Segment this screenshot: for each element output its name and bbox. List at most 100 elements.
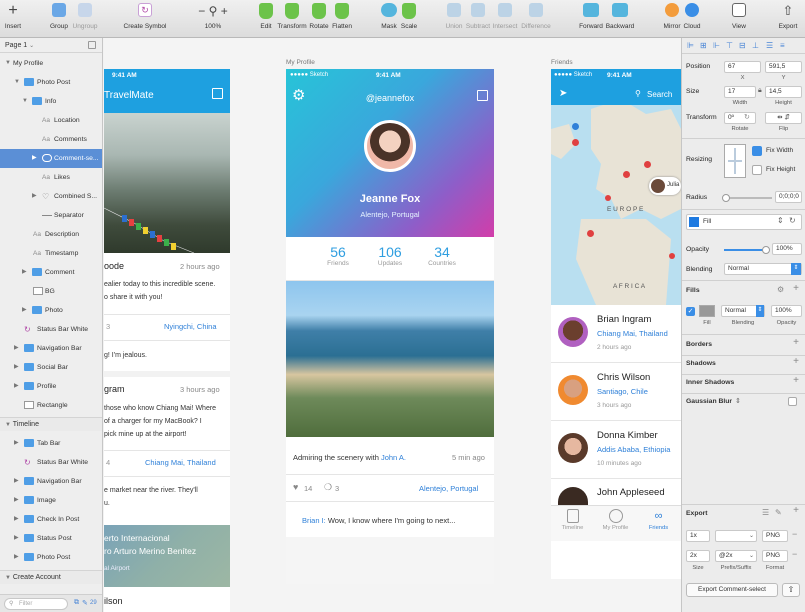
subtract-button[interactable]: Subtract <box>465 3 491 30</box>
flatten-button[interactable]: Flatten <box>331 3 353 30</box>
layer-item[interactable]: Aa Comments <box>0 130 102 149</box>
distribute-vertical-icon[interactable]: ≡ <box>780 41 785 50</box>
artboard-label[interactable]: My Profile <box>286 59 315 66</box>
fix-height-checkbox[interactable] <box>752 165 762 175</box>
layer-item[interactable]: ▶ Tab Bar <box>0 434 102 453</box>
avatar[interactable] <box>364 120 416 172</box>
layer-item[interactable]: Rectangle <box>0 396 102 415</box>
post-location[interactable]: Chiang Mai, Thailand <box>145 458 216 467</box>
disclosure-open-icon[interactable]: ▼ <box>22 92 28 111</box>
group-button[interactable]: Group <box>48 3 70 30</box>
map-pin[interactable] <box>623 171 630 178</box>
stat-updates[interactable]: 106 Updates <box>368 244 412 267</box>
disclosure-closed-icon[interactable]: ▶ <box>14 510 19 529</box>
layer-artboard-my-profile[interactable]: ▼ My Profile <box>0 54 102 73</box>
artboard-friends[interactable]: ●●●●● Sketch 9:41 AM ➤ ⚲ Search E U R O … <box>551 69 681 579</box>
comment-icon[interactable]: ❍ <box>324 482 332 493</box>
remove-export-icon[interactable]: − <box>792 549 797 559</box>
fill-blend-select[interactable]: Normal ⇕ <box>721 305 765 317</box>
location-arrow-icon[interactable]: ➤ <box>559 88 567 99</box>
y-field[interactable]: 591,5 <box>765 61 802 73</box>
map-pin[interactable] <box>587 230 594 237</box>
slider-knob[interactable] <box>722 194 730 202</box>
page-selector[interactable]: Page 1 ⌄ <box>0 38 102 53</box>
disclosure-open-icon[interactable]: ▼ <box>5 422 11 428</box>
slider-knob[interactable] <box>762 246 770 254</box>
pages-icon[interactable]: ⧉ <box>74 599 79 607</box>
compose-icon[interactable] <box>212 88 223 99</box>
lock-icon[interactable]: 🔒︎ <box>758 87 762 95</box>
layer-item[interactable]: Aa Location <box>0 111 102 130</box>
width-field[interactable]: 17 <box>724 86 756 98</box>
layer-item[interactable]: ▶ Profile <box>0 377 102 396</box>
remove-export-icon[interactable]: − <box>792 529 797 539</box>
disclosure-closed-icon[interactable]: ▶ <box>14 434 19 453</box>
align-center-icon[interactable]: ⊞ <box>700 41 707 50</box>
layer-artboard-timeline[interactable]: ▼ Timeline <box>0 417 102 431</box>
layer-item[interactable]: ▼ Photo Post <box>0 73 102 92</box>
mask-button[interactable]: Mask <box>380 3 398 30</box>
friend-location[interactable]: Addis Ababa, Ethiopia <box>597 445 670 454</box>
resize-pin-horizontal[interactable] <box>728 160 742 162</box>
share-icon[interactable]: ⇧ <box>782 583 800 597</box>
sync-icon[interactable]: ↻ <box>789 216 796 225</box>
union-button[interactable]: Union <box>444 3 464 30</box>
align-bottom-icon[interactable]: ⊥ <box>752 41 759 50</box>
export-suffix-field[interactable]: ⌄ <box>715 530 757 542</box>
layer-item[interactable]: Aa Description <box>0 225 102 244</box>
layer-item[interactable]: ▶ Check In Post <box>0 510 102 529</box>
align-top-icon[interactable]: ⊤ <box>726 41 733 50</box>
create-symbol-button[interactable]: ↻ Create Symbol <box>123 3 167 30</box>
blending-select[interactable]: Normal ⇕ <box>724 263 802 275</box>
disclosure-closed-icon[interactable]: ▶ <box>14 377 19 396</box>
layer-item[interactable]: ▶ Status Post <box>0 529 102 548</box>
export-size-field[interactable]: 2x <box>686 550 710 562</box>
layer-artboard-create-account[interactable]: ▼ Create Account <box>0 570 102 584</box>
disclosure-closed-icon[interactable]: ▶ <box>14 472 19 491</box>
layer-item[interactable]: ↻ Status Bar White <box>0 453 102 472</box>
cloud-button[interactable]: Cloud <box>683 3 701 30</box>
disclosure-closed-icon[interactable]: ▶ <box>14 548 19 567</box>
filter-input[interactable]: ⚲ Filter <box>4 598 68 610</box>
search-label[interactable]: Search <box>647 90 672 99</box>
shared-style-picker[interactable]: Fill ⇕ ↻ <box>686 214 802 230</box>
add-shadow-icon[interactable]: + <box>793 356 799 367</box>
disclosure-closed-icon[interactable]: ▶ <box>22 301 27 320</box>
friend-row[interactable]: Donna Kimber Addis Ababa, Ethiopia 10 mi… <box>551 421 681 479</box>
edit-button[interactable]: Edit <box>259 3 273 30</box>
export-suffix-field[interactable]: @2x ⌄ <box>715 550 757 562</box>
map-pin[interactable] <box>644 161 651 168</box>
map-user-callout[interactable]: Julia <box>649 177 681 195</box>
radius-slider[interactable] <box>722 194 772 202</box>
add-page-icon[interactable] <box>88 41 96 49</box>
layer-item[interactable]: ▶ Social Bar <box>0 358 102 377</box>
fill-opacity-field[interactable]: 100% <box>771 305 802 317</box>
export-button[interactable]: ⇧ Export <box>778 3 798 30</box>
export-selection-button[interactable]: Export Comment-select <box>686 583 778 597</box>
align-right-icon[interactable]: ⊩ <box>713 41 720 50</box>
layer-item[interactable]: Aa Likes <box>0 168 102 187</box>
disclosure-open-icon[interactable]: ▼ <box>5 575 11 581</box>
tab-friends[interactable]: ∞ Friends <box>637 509 680 531</box>
tab-timeline[interactable]: Timeline <box>551 509 594 531</box>
layer-item[interactable]: Aa Timestamp <box>0 244 102 263</box>
add-border-icon[interactable]: + <box>793 337 799 348</box>
post-location-label[interactable]: Alentejo, Portugal <box>419 484 478 493</box>
layer-item[interactable]: ▶ Comment <box>0 263 102 282</box>
disclosure-closed-icon[interactable]: ▶ <box>14 358 19 377</box>
map-pin[interactable] <box>572 123 579 130</box>
comment-user[interactable]: Brian I: <box>302 516 326 525</box>
resizing-widget[interactable] <box>724 144 746 178</box>
align-middle-icon[interactable]: ⊟ <box>739 41 746 50</box>
backward-button[interactable]: Backward <box>605 3 635 30</box>
compose-icon[interactable] <box>477 90 488 101</box>
stat-countries[interactable]: 34 Countries <box>420 244 464 267</box>
slice-list-icon[interactable]: ☰ <box>762 508 769 517</box>
view-button[interactable]: View <box>730 3 748 30</box>
export-format-select[interactable]: PNG <box>762 530 788 542</box>
fix-width-checkbox[interactable] <box>752 146 762 156</box>
flip-horizontal-icon[interactable]: ⇹ <box>777 114 782 121</box>
disclosure-open-icon[interactable]: ▼ <box>5 54 11 73</box>
mirror-button[interactable]: Mirror <box>662 3 682 30</box>
ungroup-button[interactable]: Ungroup <box>72 3 98 30</box>
